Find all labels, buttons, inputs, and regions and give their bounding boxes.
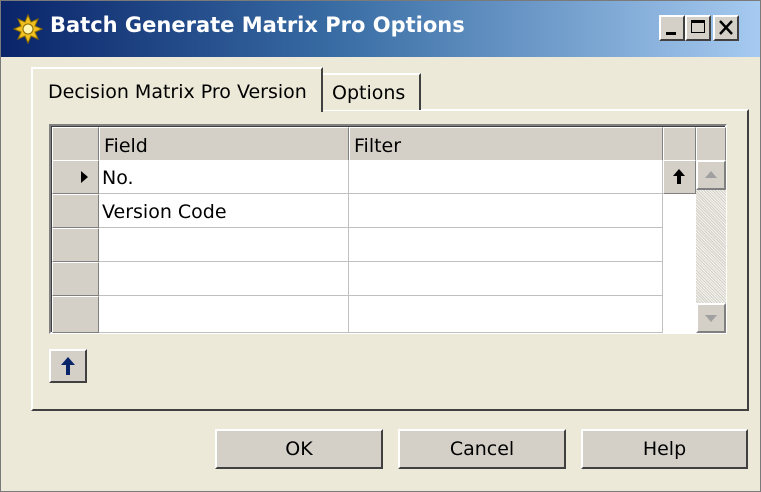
field-cell[interactable] xyxy=(99,228,349,262)
field-cell[interactable]: Version Code xyxy=(99,194,349,228)
field-cell[interactable] xyxy=(99,262,349,296)
sun-gear-icon xyxy=(13,14,43,44)
field-lookup-button[interactable] xyxy=(663,160,696,194)
filter-cell[interactable] xyxy=(349,228,663,262)
cancel-button[interactable]: Cancel xyxy=(398,429,566,469)
field-cell[interactable] xyxy=(99,296,349,333)
grid-corner xyxy=(52,127,99,161)
maximize-icon xyxy=(691,20,705,33)
ok-button[interactable]: OK xyxy=(215,429,383,469)
tab-options[interactable]: Options xyxy=(323,73,421,110)
column-header-filter[interactable]: Filter xyxy=(349,127,663,161)
minimize-button[interactable] xyxy=(659,15,685,41)
title-bar[interactable]: Batch Generate Matrix Pro Options xyxy=(1,1,760,57)
filter-cell[interactable] xyxy=(349,262,663,296)
column-header-field[interactable]: Field xyxy=(99,127,349,161)
minimize-icon xyxy=(666,32,676,35)
scroll-down-icon xyxy=(705,315,717,322)
tab-decision-matrix-pro-version[interactable]: Decision Matrix Pro Version xyxy=(31,67,323,112)
current-row-arrow-icon xyxy=(81,171,88,183)
tab-label: Options xyxy=(332,82,406,104)
help-button[interactable]: Help xyxy=(581,429,748,469)
filter-grid: Field Filter No. Version Code xyxy=(49,124,727,334)
window-title: Batch Generate Matrix Pro Options xyxy=(50,13,465,37)
row-selector[interactable] xyxy=(52,194,99,228)
filter-cell[interactable] xyxy=(349,296,663,333)
filter-cell[interactable] xyxy=(349,160,663,194)
tab-label: Decision Matrix Pro Version xyxy=(48,81,307,103)
row-selector[interactable] xyxy=(52,296,99,333)
scroll-down-button[interactable] xyxy=(696,303,726,333)
move-up-button[interactable] xyxy=(49,349,87,383)
close-icon xyxy=(719,20,733,35)
scroll-up-button[interactable] xyxy=(696,160,726,190)
field-cell[interactable]: No. xyxy=(99,160,349,194)
maximize-button[interactable] xyxy=(685,15,711,41)
row-selector[interactable] xyxy=(52,228,99,262)
arrow-up-icon xyxy=(61,357,75,375)
scroll-up-icon xyxy=(705,171,717,178)
arrow-up-icon xyxy=(673,169,685,184)
close-button[interactable] xyxy=(713,15,739,41)
column-header-blank xyxy=(663,127,696,161)
scrollbar-header xyxy=(696,127,726,161)
dialog-window: Batch Generate Matrix Pro Options Decisi… xyxy=(0,0,761,492)
row-selector[interactable] xyxy=(52,160,99,194)
row-selector[interactable] xyxy=(52,262,99,296)
filter-cell[interactable] xyxy=(349,194,663,228)
